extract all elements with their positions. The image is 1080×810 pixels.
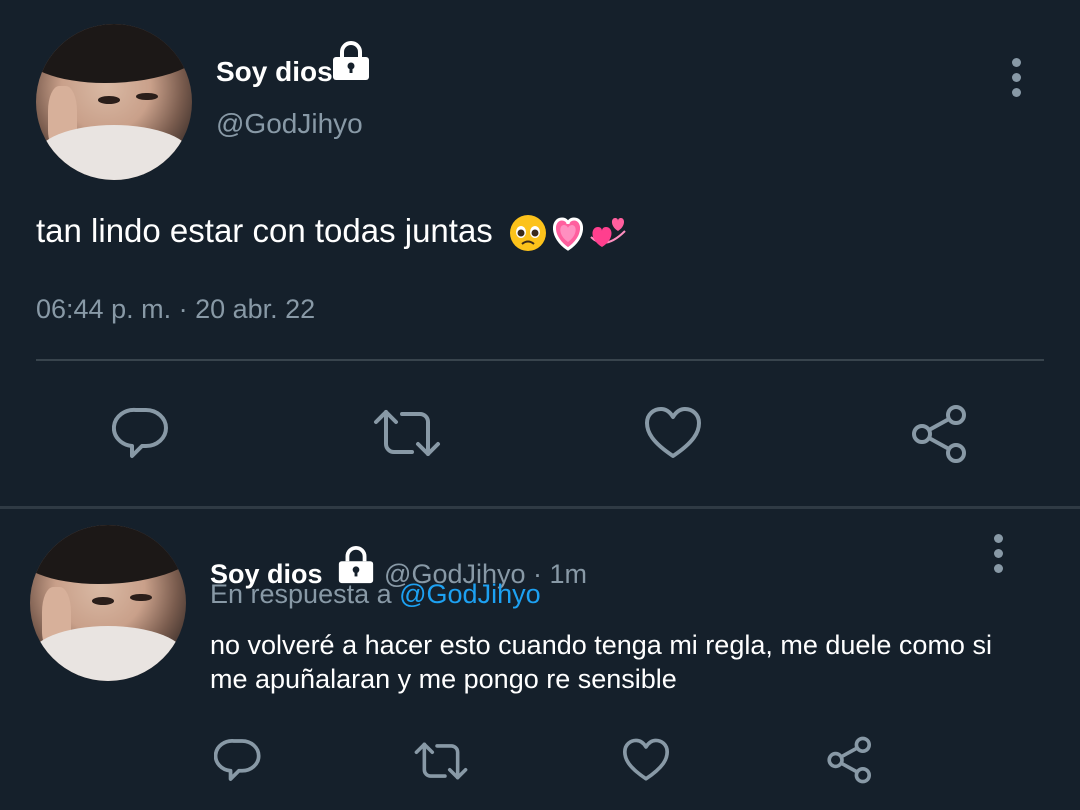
pleading-face-emoji xyxy=(509,215,546,252)
handle[interactable]: @GodJihyo xyxy=(216,108,363,140)
avatar-eye xyxy=(135,92,158,101)
avatar-shirt xyxy=(30,626,186,681)
main-tweet: Soy dios @GodJihyo tan lindo estar con t… xyxy=(0,0,1080,506)
tweet-text: tan lindo estar con todas juntas xyxy=(36,212,628,253)
more-options-icon[interactable] xyxy=(994,534,1003,579)
avatar-eye xyxy=(129,593,152,602)
tweet-body: tan lindo estar con todas juntas xyxy=(36,212,493,249)
avatar-shirt xyxy=(36,125,192,180)
tweet-separator xyxy=(0,506,1080,509)
lock-icon xyxy=(333,41,369,80)
retweet-icon[interactable] xyxy=(412,738,470,784)
reply-icon[interactable] xyxy=(112,404,170,462)
growing-heart-emoji xyxy=(552,217,583,252)
more-options-icon[interactable] xyxy=(1012,58,1021,103)
timestamp[interactable]: 06:44 p. m. · 20 abr. 22 xyxy=(36,294,315,325)
divider xyxy=(36,359,1044,361)
avatar[interactable] xyxy=(36,24,192,180)
like-icon[interactable] xyxy=(622,738,670,782)
avatar-eye xyxy=(92,596,115,605)
reply-icon[interactable] xyxy=(214,736,262,784)
retweet-icon[interactable] xyxy=(372,404,442,462)
tweet-text: no volveré a hacer esto cuando tenga mi … xyxy=(210,630,992,694)
reply-time: 1m xyxy=(549,559,588,589)
display-name[interactable]: Soy dios xyxy=(216,56,333,88)
avatar-eye xyxy=(98,95,121,104)
share-icon[interactable] xyxy=(910,404,970,464)
in-reply-to-label: En respuesta a xyxy=(210,579,400,609)
avatar[interactable] xyxy=(30,525,186,681)
avatar-hair xyxy=(30,525,186,585)
avatar-hair xyxy=(36,24,192,84)
mention-link[interactable]: @GodJihyo xyxy=(399,579,540,609)
revolving-hearts-emoji xyxy=(590,218,626,248)
share-icon[interactable] xyxy=(826,736,874,784)
like-icon[interactable] xyxy=(644,406,702,460)
in-reply-to: En respuesta a @GodJihyo xyxy=(210,579,541,610)
